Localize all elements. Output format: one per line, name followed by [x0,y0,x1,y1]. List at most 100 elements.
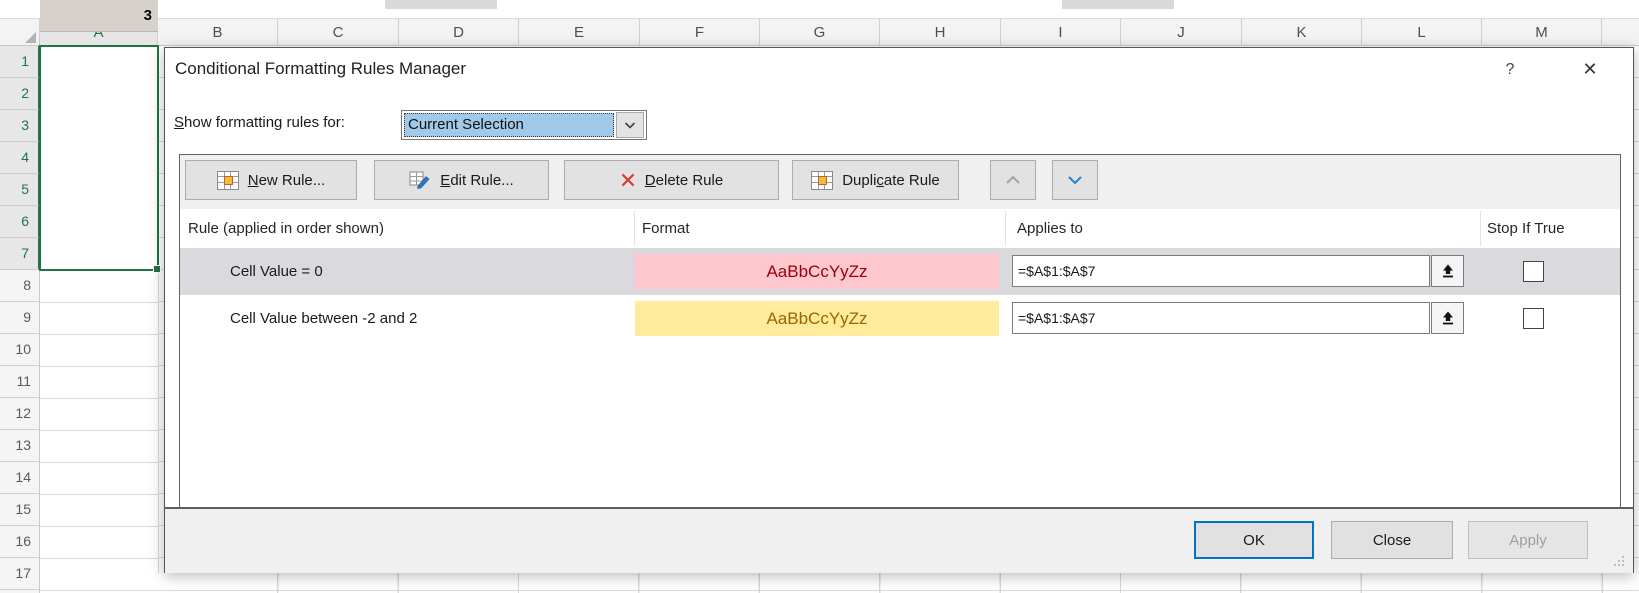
column-header-d[interactable]: D [399,19,519,46]
edit-rule-button[interactable]: Edit Rule... [374,160,549,200]
cell-a7[interactable]: 3 [40,0,158,32]
fill-handle[interactable] [153,265,161,273]
column-header-l[interactable]: L [1362,19,1482,46]
ok-button[interactable]: OK [1194,521,1314,559]
accel-letter: S [174,114,184,131]
close-button[interactable]: Close [1331,521,1453,559]
collapse-dialog-button[interactable] [1431,255,1464,287]
resize-grip-icon [1613,555,1625,567]
applies-to-field-group [1012,255,1464,287]
move-rule-down-button[interactable] [1052,160,1098,200]
row-header-band: 1 2 3 4 5 6 7 8 9 10 11 12 13 14 15 16 1… [0,46,40,593]
applies-to-input[interactable] [1012,255,1430,287]
ui-remnant [385,0,497,9]
list-header-stop-if-true: Stop If True [1487,209,1565,248]
row-header-1[interactable]: 1 [0,46,40,78]
row-header-13[interactable]: 13 [0,430,40,462]
row-header-4[interactable]: 4 [0,142,40,174]
close-icon[interactable]: ✕ [1573,59,1607,87]
row-header-2[interactable]: 2 [0,78,40,110]
column-header-f[interactable]: F [640,19,760,46]
column-divider [1005,211,1006,246]
rules-toolbar: New Rule... Edit Rule... Delete Rule [180,155,1620,209]
row-header-16[interactable]: 16 [0,526,40,558]
duplicate-rule-label: Duplicate Rule [842,172,940,189]
conditional-formatting-rules-manager-dialog: Conditional Formatting Rules Manager ? ✕… [164,47,1634,573]
rule-name: Cell Value = 0 [230,248,323,295]
column-header-j[interactable]: J [1121,19,1242,46]
column-header-g[interactable]: G [760,19,880,46]
rule-name: Cell Value between -2 and 2 [230,295,417,342]
row-header-9[interactable]: 9 [0,302,40,334]
collapse-range-picker-icon [1440,263,1456,279]
label-rest: how formatting rules for: [184,114,345,131]
chevron-down-icon [1066,173,1084,187]
red-x-icon [620,172,636,188]
column-header-tail [1602,19,1639,46]
chevron-down-icon [622,117,638,133]
column-header-i[interactable]: I [1001,19,1121,46]
resize-grip[interactable] [1613,554,1625,566]
row-header-15[interactable]: 15 [0,494,40,526]
format-preview: AaBbCcYyZz [635,301,999,336]
column-header-h[interactable]: H [880,19,1001,46]
dropdown-button[interactable] [616,112,644,138]
format-preview: AaBbCcYyZz [635,254,999,289]
help-button[interactable]: ? [1495,61,1525,87]
scope-dropdown[interactable]: Current Selection [401,110,647,140]
row-header-3[interactable]: 3 [0,110,40,142]
row-header-11[interactable]: 11 [0,366,40,398]
selection-border-a1-a7 [39,45,159,271]
stop-if-true-checkbox[interactable] [1523,308,1544,329]
column-header-m[interactable]: M [1482,19,1602,46]
rule-row-cell-value-between[interactable]: Cell Value between -2 and 2 AaBbCcYyZz [180,295,1620,342]
row-header-10[interactable]: 10 [0,334,40,366]
new-rule-label: New Rule... [248,172,326,189]
list-header-rule: Rule (applied in order shown) [188,209,384,248]
column-header-b[interactable]: B [158,19,278,46]
column-header-k[interactable]: K [1242,19,1362,46]
column-header-e[interactable]: E [519,19,640,46]
formula-bar-remnant [0,0,1639,18]
applies-to-field-group [1012,302,1464,334]
column-divider [634,211,635,246]
table-pencil-icon [409,171,431,189]
list-header-format: Format [642,209,690,248]
select-all-triangle-icon [25,32,36,43]
apply-button[interactable]: Apply [1468,521,1588,559]
applies-to-input[interactable] [1012,302,1430,334]
row-header-7[interactable]: 7 [0,238,40,270]
row-header-17[interactable]: 17 [0,558,40,590]
row-header-5[interactable]: 5 [0,174,40,206]
table-grid-icon [217,171,239,190]
collapse-range-picker-icon [1440,310,1456,326]
row-header-8[interactable]: 8 [0,270,40,302]
delete-rule-label: Delete Rule [645,172,723,189]
dialog-title: Conditional Formatting Rules Manager [175,59,466,79]
delete-rule-button[interactable]: Delete Rule [564,160,779,200]
show-rules-for-label: Show formatting rules for: [174,114,345,131]
row-header-14[interactable]: 14 [0,462,40,494]
move-rule-up-button[interactable] [990,160,1036,200]
ui-remnant [1062,0,1174,9]
list-header-applies-to: Applies to [1017,209,1083,248]
collapse-dialog-button[interactable] [1431,302,1464,334]
dialog-footer: OK Close Apply [165,507,1633,573]
rule-row-cell-value-0[interactable]: Cell Value = 0 AaBbCcYyZz [180,248,1620,295]
row-header-12[interactable]: 12 [0,398,40,430]
column-header-c[interactable]: C [278,19,399,46]
edit-rule-label: Edit Rule... [440,172,513,189]
table-grid-icon [811,171,833,190]
new-rule-button[interactable]: New Rule... [185,160,357,200]
column-header-band: A B C D E F G H I J K L M [0,18,1639,46]
gridlines-column-a-below [40,271,158,593]
gridlines-bottom-strip [158,573,1639,593]
duplicate-rule-button[interactable]: Duplicate Rule [792,160,959,200]
row-header-6[interactable]: 6 [0,206,40,238]
column-divider [1480,211,1481,246]
scope-dropdown-value: Current Selection [404,113,614,137]
stop-if-true-checkbox[interactable] [1523,261,1544,282]
select-all-button[interactable] [0,19,40,46]
rules-list-container: New Rule... Edit Rule... Delete Rule [179,154,1621,508]
gridlines-right-sliver [1634,46,1639,593]
